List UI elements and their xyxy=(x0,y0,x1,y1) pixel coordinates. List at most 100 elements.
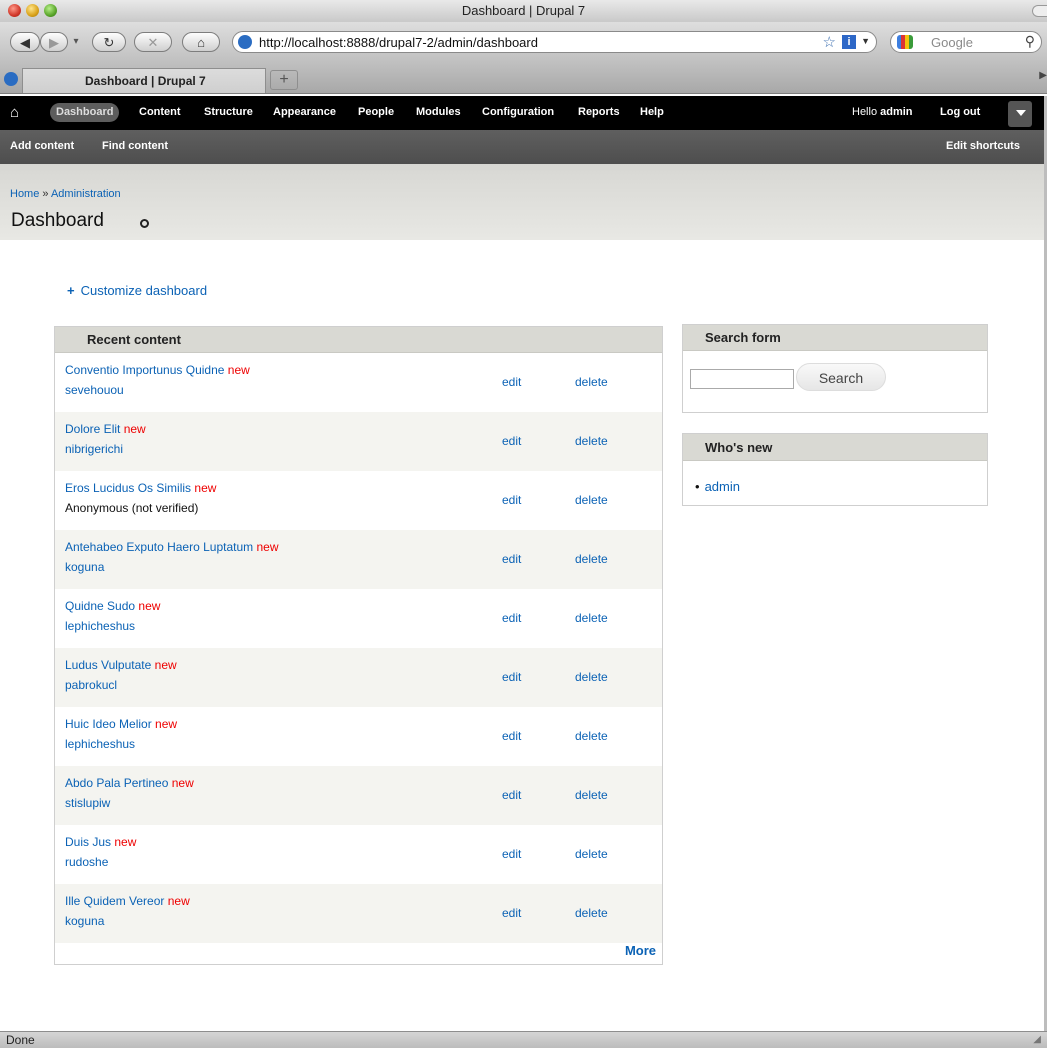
edit-link[interactable]: edit xyxy=(502,906,521,920)
delete-link[interactable]: delete xyxy=(575,906,608,920)
home-icon[interactable]: ⌂ xyxy=(10,104,19,121)
tab-overflow-icon[interactable]: ▶ xyxy=(1039,70,1047,81)
content-title-link[interactable]: Eros Lucidus Os Similis xyxy=(65,481,191,495)
table-row: Antehabeo Exputo Haero Luptatum new kogun… xyxy=(55,530,662,589)
content-title-link[interactable]: Huic Ideo Melior xyxy=(65,717,152,731)
whos-new-heading: Who's new xyxy=(683,434,987,461)
delete-link[interactable]: delete xyxy=(575,611,608,625)
menu-item-structure[interactable]: Structure xyxy=(204,106,253,118)
content-author[interactable]: rudoshe xyxy=(65,855,108,869)
delete-link[interactable]: delete xyxy=(575,493,608,507)
edit-link[interactable]: edit xyxy=(502,434,521,448)
new-tab-button[interactable]: + xyxy=(270,70,298,90)
stop-button[interactable]: ✕ xyxy=(134,32,172,52)
table-row: Ille Quidem Vereor new koguna edit delete xyxy=(55,884,662,943)
more-link[interactable]: More xyxy=(625,943,656,958)
search-input[interactable] xyxy=(690,369,794,389)
url-text[interactable]: http://localhost:8888/drupal7-2/admin/da… xyxy=(259,35,538,50)
menu-item-reports[interactable]: Reports xyxy=(578,106,620,118)
resize-grip-icon[interactable]: ◢ xyxy=(1033,1034,1041,1045)
forward-button[interactable]: ▶ xyxy=(40,32,68,52)
delete-link[interactable]: delete xyxy=(575,729,608,743)
menu-item-configuration[interactable]: Configuration xyxy=(482,106,554,118)
table-row: Duis Jus new rudoshe edit delete xyxy=(55,825,662,884)
content-author[interactable]: pabrokucl xyxy=(65,678,117,692)
list-item: • admin xyxy=(695,479,740,494)
home-button[interactable]: ⌂ xyxy=(182,32,220,52)
content-author[interactable]: nibrigerichi xyxy=(65,442,123,456)
content-title: Dolore Elit new xyxy=(65,422,146,436)
search-button[interactable]: Search xyxy=(796,363,886,391)
menu-item-appearance[interactable]: Appearance xyxy=(273,106,336,118)
google-icon[interactable] xyxy=(897,35,913,49)
table-row: Abdo Pala Pertineo new stislupiw edit delet… xyxy=(55,766,662,825)
content-title: Antehabeo Exputo Haero Luptatum new xyxy=(65,540,279,554)
content-title-link[interactable]: Duis Jus xyxy=(65,835,111,849)
whos-new-block: Who's new • admin xyxy=(682,433,988,506)
delete-link[interactable]: delete xyxy=(575,434,608,448)
delete-link[interactable]: delete xyxy=(575,847,608,861)
content-author[interactable]: koguna xyxy=(65,914,104,928)
content-title-link[interactable]: Ille Quidem Vereor xyxy=(65,894,164,908)
breadcrumb-home[interactable]: Home xyxy=(10,188,39,200)
content-title-link[interactable]: Quidne Sudo xyxy=(65,599,135,613)
menu-item-dashboard[interactable]: Dashboard xyxy=(50,103,120,122)
edit-link[interactable]: edit xyxy=(502,670,521,684)
history-dropdown[interactable]: ▾ xyxy=(69,32,83,52)
page-title: Dashboard xyxy=(11,210,104,231)
delete-link[interactable]: delete xyxy=(575,552,608,566)
edit-link[interactable]: edit xyxy=(502,493,521,507)
content-title-link[interactable]: Dolore Elit xyxy=(65,422,120,436)
tab-dashboard[interactable]: Dashboard | Drupal 7 xyxy=(22,68,266,93)
recent-content-list: Conventio Importunus Quidne new sevehouou… xyxy=(55,353,662,943)
customize-dashboard-label: Customize dashboard xyxy=(80,283,208,298)
delete-link[interactable]: delete xyxy=(575,670,608,684)
content-title-link[interactable]: Conventio Importunus Quidne xyxy=(65,363,224,377)
customize-dashboard-link[interactable]: + Customize dashboard xyxy=(67,283,207,298)
content-author[interactable]: lephicheshus xyxy=(65,737,135,751)
user-link[interactable]: admin xyxy=(880,106,912,118)
edit-link[interactable]: edit xyxy=(502,847,521,861)
breadcrumb-administration[interactable]: Administration xyxy=(51,188,121,200)
content-title-link[interactable]: Antehabeo Exputo Haero Luptatum xyxy=(65,540,253,554)
content-author[interactable]: sevehouou xyxy=(65,383,124,397)
new-marker: new xyxy=(114,835,137,849)
content-author[interactable]: koguna xyxy=(65,560,104,574)
new-marker: new xyxy=(171,776,194,790)
toolbar-drawer-toggle[interactable] xyxy=(1008,101,1032,127)
content-title-link[interactable]: Ludus Vulputate xyxy=(65,658,151,672)
edit-link[interactable]: edit xyxy=(502,611,521,625)
user-link-admin[interactable]: admin xyxy=(705,479,740,494)
content-author[interactable]: lephicheshus xyxy=(65,619,135,633)
add-shortcut-icon[interactable] xyxy=(140,219,149,228)
shortcut-add-content[interactable]: Add content xyxy=(10,140,74,152)
logout-link[interactable]: Log out xyxy=(940,106,980,118)
magnifier-icon[interactable]: ⚲ xyxy=(1025,33,1035,50)
new-marker: new xyxy=(154,658,177,672)
menu-item-people[interactable]: People xyxy=(358,106,394,118)
edit-link[interactable]: edit xyxy=(502,788,521,802)
search-engine-bar[interactable]: Google ⚲ xyxy=(890,31,1042,53)
edit-shortcuts-link[interactable]: Edit shortcuts xyxy=(946,140,1020,152)
delete-link[interactable]: delete xyxy=(575,788,608,802)
menu-item-content[interactable]: Content xyxy=(139,106,181,118)
edit-link[interactable]: edit xyxy=(502,552,521,566)
back-button[interactable]: ◀ xyxy=(10,32,40,52)
drupal-drop-icon xyxy=(4,72,18,86)
site-favicon-icon xyxy=(238,35,252,49)
toolbar-toggle-button[interactable] xyxy=(1032,5,1047,17)
url-bar[interactable]: http://localhost:8888/drupal7-2/admin/da… xyxy=(232,31,877,53)
bookmark-star-icon[interactable]: ☆ xyxy=(823,33,836,51)
menu-item-help[interactable]: Help xyxy=(640,106,664,118)
edit-link[interactable]: edit xyxy=(502,375,521,389)
content-author[interactable]: stislupiw xyxy=(65,796,110,810)
reload-button[interactable]: ↻ xyxy=(92,32,126,52)
delete-link[interactable]: delete xyxy=(575,375,608,389)
status-text: Done xyxy=(6,1033,35,1047)
url-dropdown-icon[interactable]: ▼ xyxy=(861,36,870,46)
content-title-link[interactable]: Abdo Pala Pertineo xyxy=(65,776,168,790)
shortcut-find-content[interactable]: Find content xyxy=(102,140,168,152)
menu-item-modules[interactable]: Modules xyxy=(416,106,461,118)
site-info-icon[interactable]: i xyxy=(842,35,856,49)
edit-link[interactable]: edit xyxy=(502,729,521,743)
